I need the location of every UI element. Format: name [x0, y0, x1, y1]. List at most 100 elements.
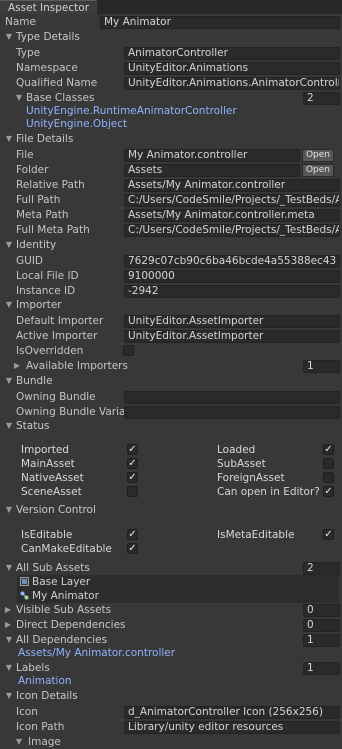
dependency-item[interactable]: Assets/My Animator.controller	[0, 646, 342, 660]
available-importers-count[interactable]: 1	[303, 360, 340, 373]
image-label: Image	[28, 736, 61, 748]
version-control-row: IsEditable ✓ IsMetaEditable ✓	[0, 528, 342, 542]
owning-bundle-row: Owning Bundle	[0, 390, 342, 404]
can-make-editable-label: CanMakeEditable	[21, 543, 112, 555]
full-path-field[interactable]: C:/Users/CodeSmile/Projects/_TestBeds/As…	[124, 194, 340, 207]
folder-row: Folder Assets Open	[0, 163, 342, 177]
type-label: Type	[16, 47, 41, 59]
full-path-row: Full Path C:/Users/CodeSmile/Projects/_T…	[0, 193, 342, 207]
direct-dependencies-foldout[interactable]: ▶ Direct Dependencies 0	[0, 618, 342, 632]
available-importers-foldout[interactable]: ▶ Available Importers 1	[0, 359, 342, 373]
status-row: NativeAsset ✓ ForeignAsset	[0, 471, 342, 485]
labels-foldout[interactable]: ▼ Labels 1	[0, 661, 342, 675]
active-importer-field[interactable]: UnityEditor.AssetImporter	[124, 330, 340, 343]
is-editable-checkbox[interactable]: ✓	[127, 529, 138, 540]
is-overridden-row: IsOverridden	[0, 344, 342, 358]
status-foldout[interactable]: ▼ Status	[0, 419, 342, 433]
imported-label: Imported	[21, 444, 69, 456]
sub-asset-base-layer[interactable]: Base Layer	[17, 575, 339, 589]
main-asset-checkbox[interactable]: ✓	[127, 458, 138, 469]
importer-header: Importer	[16, 299, 62, 311]
full-meta-path-label: Full Meta Path	[16, 224, 90, 236]
sub-asset-my-animator[interactable]: My Animator	[17, 589, 339, 603]
foldout-open-icon: ▼	[5, 635, 13, 644]
version-control-foldout[interactable]: ▼ Version Control	[0, 503, 342, 517]
qualified-name-row: Qualified Name UnityEditor.Animations.An…	[0, 76, 342, 90]
visible-sub-assets-count[interactable]: 0	[303, 604, 340, 617]
file-details-foldout[interactable]: ▼ File Details	[0, 132, 342, 146]
namespace-label: Namespace	[16, 62, 78, 74]
full-meta-path-field[interactable]: C:/Users/CodeSmile/Projects/_TestBeds/As…	[124, 224, 340, 237]
label-item[interactable]: Animation	[0, 674, 342, 688]
is-meta-editable-checkbox[interactable]: ✓	[323, 529, 334, 540]
owning-bundle-variant-field[interactable]	[124, 406, 340, 419]
native-asset-checkbox[interactable]: ✓	[127, 472, 138, 483]
all-dependencies-foldout[interactable]: ▼ All Dependencies 1	[0, 633, 342, 647]
all-dependencies-label: All Dependencies	[16, 634, 108, 646]
is-meta-editable-label: IsMetaEditable	[217, 529, 295, 541]
sub-asset-checkbox[interactable]	[323, 458, 334, 469]
all-sub-assets-foldout[interactable]: ▼ All Sub Assets 2	[0, 561, 342, 575]
relative-path-label: Relative Path	[16, 179, 85, 191]
owning-bundle-variant-row: Owning Bundle Variant	[0, 405, 342, 419]
foldout-closed-icon: ▶	[13, 361, 21, 370]
base-class-link[interactable]: UnityEngine.Object	[26, 117, 127, 131]
loaded-checkbox[interactable]: ✓	[323, 444, 334, 455]
base-class-link[interactable]: UnityEngine.RuntimeAnimatorController	[26, 104, 237, 118]
icon-field[interactable]: d_AnimatorController Icon (256x256)	[124, 706, 340, 719]
animator-layer-icon	[20, 577, 29, 586]
icon-path-field[interactable]: Library/unity editor resources	[124, 721, 340, 734]
owning-bundle-field[interactable]	[124, 391, 340, 404]
dependency-link[interactable]: Assets/My Animator.controller	[18, 646, 175, 660]
type-details-foldout[interactable]: ▼ Type Details	[0, 30, 342, 44]
native-asset-label: NativeAsset	[21, 472, 84, 484]
type-field[interactable]: AnimatorController	[124, 47, 340, 60]
open-folder-button[interactable]: Open	[302, 164, 334, 177]
base-class-item[interactable]: UnityEngine.RuntimeAnimatorController	[0, 104, 342, 118]
foldout-open-icon: ▼	[5, 134, 13, 143]
can-make-editable-checkbox[interactable]: ✓	[127, 543, 138, 554]
foldout-open-icon: ▼	[15, 737, 23, 746]
imported-checkbox[interactable]: ✓	[127, 444, 138, 455]
folder-field[interactable]: Assets	[124, 164, 300, 177]
image-foldout[interactable]: ▼ Image	[0, 735, 342, 749]
can-open-in-editor-checkbox[interactable]: ✓	[323, 486, 334, 497]
local-file-id-field[interactable]: 9100000	[124, 270, 340, 283]
bundle-foldout[interactable]: ▼ Bundle	[0, 374, 342, 388]
is-overridden-checkbox[interactable]	[123, 345, 134, 356]
file-row: File My Animator.controller Open	[0, 148, 342, 162]
instance-id-field[interactable]: -2942	[124, 285, 340, 298]
visible-sub-assets-foldout[interactable]: ▶ Visible Sub Assets 0	[0, 603, 342, 617]
foreign-asset-label: ForeignAsset	[217, 472, 285, 484]
namespace-field[interactable]: UnityEditor.Animations	[124, 62, 340, 75]
base-classes-foldout[interactable]: ▼ Base Classes 2	[0, 91, 342, 105]
foldout-open-icon: ▼	[5, 376, 13, 385]
relative-path-field[interactable]: Assets/My Animator.controller	[124, 179, 340, 192]
default-importer-field[interactable]: UnityEditor.AssetImporter	[124, 315, 340, 328]
base-class-item[interactable]: UnityEngine.Object	[0, 117, 342, 131]
direct-dependencies-count[interactable]: 0	[303, 619, 340, 632]
type-details-header: Type Details	[16, 31, 80, 43]
foreign-asset-checkbox[interactable]	[323, 472, 334, 483]
name-row: Name My Animator	[0, 15, 342, 29]
file-field[interactable]: My Animator.controller	[124, 149, 300, 162]
label-link[interactable]: Animation	[18, 674, 72, 688]
active-importer-row: Active Importer UnityEditor.AssetImporte…	[0, 329, 342, 343]
local-file-id-label: Local File ID	[16, 270, 79, 282]
guid-field[interactable]: 7629c07cb90c6ba46bcde4a55388ec43	[124, 255, 340, 268]
importer-foldout[interactable]: ▼ Importer	[0, 298, 342, 312]
tab-asset-inspector[interactable]: Asset Inspector	[0, 0, 98, 14]
open-file-button[interactable]: Open	[302, 149, 334, 162]
loaded-label: Loaded	[217, 444, 256, 456]
guid-label: GUID	[16, 255, 44, 267]
scene-asset-checkbox[interactable]	[127, 486, 138, 497]
all-sub-assets-count[interactable]: 2	[303, 562, 340, 575]
icon-details-foldout[interactable]: ▼ Icon Details	[0, 689, 342, 703]
foldout-open-icon: ▼	[5, 691, 13, 700]
qualified-name-field[interactable]: UnityEditor.Animations.AnimatorControlle…	[124, 77, 340, 90]
meta-path-field[interactable]: Assets/My Animator.controller.meta	[124, 209, 340, 222]
can-open-in-editor-label: Can open in Editor?	[217, 486, 320, 498]
identity-foldout[interactable]: ▼ Identity	[0, 238, 342, 252]
status-header: Status	[16, 420, 50, 432]
name-field[interactable]: My Animator	[100, 16, 340, 29]
